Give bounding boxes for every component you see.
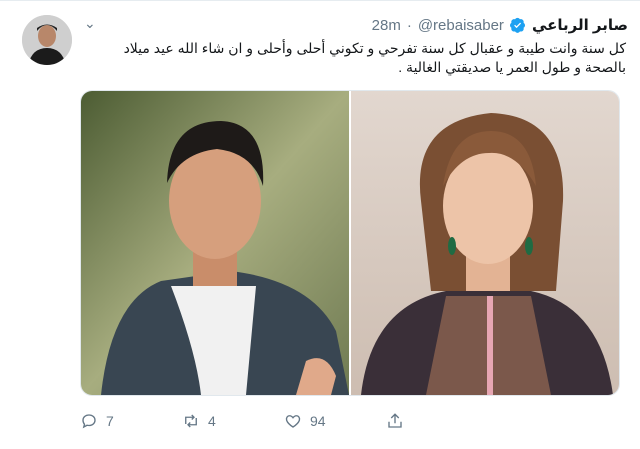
tweet-media[interactable]: [80, 90, 620, 396]
share-button[interactable]: [386, 412, 488, 430]
like-count: 94: [310, 413, 326, 429]
tweet: ⌄ 28m · @rebaisaber صابر الرباعي كل سنة …: [0, 0, 640, 449]
user-handle[interactable]: @rebaisaber: [418, 17, 504, 34]
photo-woman[interactable]: [351, 91, 619, 395]
verified-badge-icon: [509, 17, 526, 33]
like-button[interactable]: 94: [284, 412, 386, 430]
heart-icon: [285, 415, 301, 428]
reply-count: 7: [106, 413, 114, 429]
retweet-count: 4: [208, 413, 216, 429]
tweet-timestamp[interactable]: 28m: [372, 17, 401, 34]
avatar[interactable]: [22, 15, 72, 65]
retweet-icon: [185, 414, 197, 428]
reply-icon: [82, 414, 96, 429]
reply-button[interactable]: 7: [80, 412, 182, 430]
display-name[interactable]: صابر الرباعي: [532, 16, 628, 34]
tweet-text: كل سنة وانت طيبة و عقبال كل سنة تفرحي و …: [123, 40, 626, 75]
share-icon: [388, 413, 402, 428]
tweet-header: 28m · @rebaisaber صابر الرباعي: [90, 14, 628, 36]
photo-man[interactable]: [81, 91, 349, 395]
retweet-button[interactable]: 4: [182, 412, 284, 430]
tweet-actions: 7 4 94: [80, 411, 640, 431]
separator-dot: ·: [406, 16, 412, 34]
